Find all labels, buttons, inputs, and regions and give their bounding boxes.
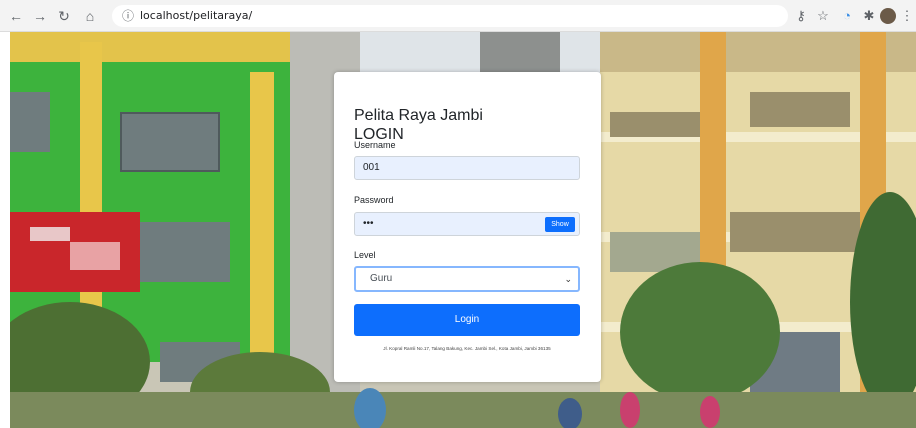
username-field[interactable]: 001 (354, 156, 580, 180)
password-label: Password (354, 195, 394, 205)
key-icon[interactable]: ⚷ (792, 7, 810, 25)
chevron-down-icon: ⌄ (564, 274, 572, 284)
login-card: Pelita Raya Jambi LOGIN Username 001 Pas… (334, 72, 601, 382)
address-bar[interactable]: ⓘ localhost/pelitaraya/ (112, 5, 788, 27)
reload-icon[interactable]: ↻ (54, 6, 74, 26)
username-label: Username (354, 140, 396, 150)
info-icon[interactable]: ⓘ (120, 8, 136, 24)
school-address: Jl. Kopral Ramli No.17, Talang Bakung, K… (383, 346, 551, 351)
forward-arrow-icon[interactable]: → (30, 6, 50, 26)
level-select[interactable]: Guru ⌄ (354, 266, 580, 292)
puzzle-icon[interactable]: ✱ (860, 7, 878, 25)
password-field[interactable]: ••• Show (354, 212, 580, 236)
menu-icon[interactable]: ⋮ (898, 7, 916, 25)
school-name: Pelita Raya Jambi (354, 107, 483, 124)
login-button[interactable]: Login (354, 304, 580, 336)
extension-icon[interactable]: ◔ (838, 7, 856, 25)
show-password-button[interactable]: Show (545, 217, 575, 232)
star-icon[interactable]: ☆ (814, 7, 832, 25)
url-text[interactable]: localhost/pelitaraya/ (140, 9, 252, 22)
password-value: ••• (363, 218, 374, 229)
browser-toolbar: ← → ↻ ⌂ ⓘ localhost/pelitaraya/ ⚷ ☆ ◔ ✱ … (0, 0, 916, 32)
level-selected-value: Guru (370, 273, 393, 284)
avatar[interactable] (880, 8, 896, 24)
level-label: Level (354, 250, 376, 260)
back-arrow-icon[interactable]: ← (6, 6, 26, 26)
home-icon[interactable]: ⌂ (80, 6, 100, 26)
